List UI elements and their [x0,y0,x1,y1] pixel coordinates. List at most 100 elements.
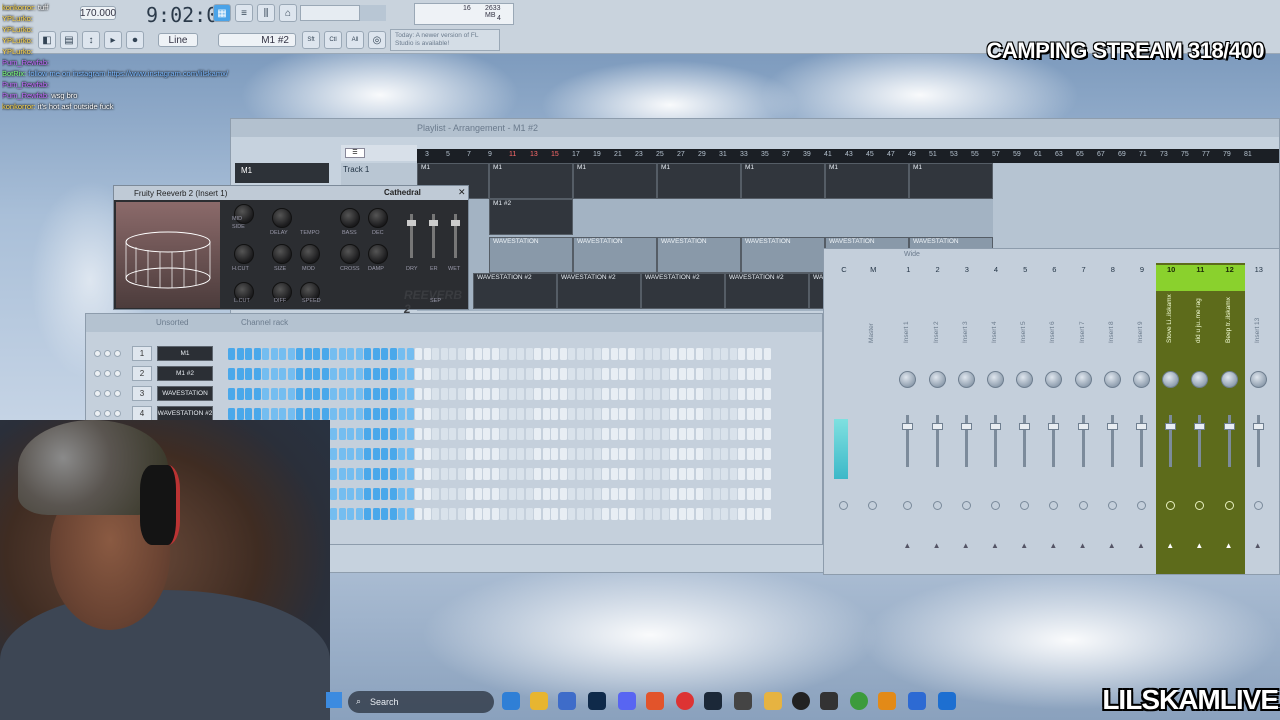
step-button[interactable] [517,508,524,520]
step-button[interactable] [330,508,337,520]
mixer-track[interactable]: Beep tr..ilskamx ▲ [1216,279,1243,569]
step-button[interactable] [542,348,550,360]
fader-cap[interactable] [1223,423,1235,430]
step-button[interactable] [695,508,703,520]
step-button[interactable] [534,408,541,420]
step-button[interactable] [347,428,354,440]
step-button[interactable] [619,388,626,400]
channel-rack-titlebar[interactable]: Unsorted Channel rack [86,314,822,332]
step-button[interactable] [755,368,762,380]
route-arrow-icon[interactable]: ▲ [1020,541,1028,550]
step-button[interactable] [236,408,244,420]
step-button[interactable] [704,388,711,400]
step-button[interactable] [270,348,278,360]
step-button[interactable] [534,448,541,460]
route-arrow-icon[interactable]: ▲ [962,541,970,550]
step-button[interactable] [500,388,507,400]
step-button[interactable] [644,468,652,480]
step-button[interactable] [704,408,711,420]
step-button[interactable] [525,388,533,400]
channel-led[interactable] [114,370,121,377]
pan-knob[interactable] [1249,371,1267,388]
step-button[interactable] [542,408,550,420]
step-button[interactable] [653,468,660,480]
step-button[interactable] [398,468,405,480]
step-button[interactable] [602,388,609,400]
step-button[interactable] [627,488,635,500]
step-button[interactable] [270,388,278,400]
playlist-titlebar[interactable]: Playlist - Arrangement - M1 #2 [231,119,1279,137]
step-button[interactable] [270,408,278,420]
mixer-track[interactable]: Insert 4 ▲ [982,279,1009,569]
step-button[interactable] [755,408,762,420]
step-button[interactable] [491,488,499,500]
playlist-clip[interactable]: WAVESTATION #2 [473,273,557,309]
step-button[interactable] [262,368,269,380]
step-button[interactable] [602,428,609,440]
step-button[interactable] [372,508,380,520]
step-button[interactable] [338,388,346,400]
mixer-send-icon[interactable] [839,501,848,510]
step-button[interactable] [568,388,575,400]
mixer-track[interactable]: did u ju..me rag ▲ [1186,279,1213,569]
step-button[interactable] [500,348,507,360]
step-button[interactable] [627,348,635,360]
mixer-track[interactable]: Insert 8 ▲ [1099,279,1126,569]
route-arrow-icon[interactable]: ▲ [1108,541,1116,550]
step-button[interactable] [517,388,524,400]
step-button[interactable] [449,488,456,500]
route-arrow-icon[interactable]: ▲ [991,541,999,550]
step-button[interactable] [517,368,524,380]
step-button[interactable] [644,428,652,440]
step-button[interactable] [491,508,499,520]
step-button[interactable] [661,368,669,380]
step-button[interactable] [474,508,482,520]
step-button[interactable] [525,468,533,480]
pan-knob[interactable] [1045,371,1063,388]
step-button[interactable] [644,348,652,360]
step-button[interactable] [585,448,592,460]
step-button[interactable] [746,368,754,380]
step-button[interactable] [415,468,422,480]
step-button[interactable] [398,448,405,460]
step-button[interactable] [372,468,380,480]
current-pattern[interactable]: M1 [235,163,329,183]
step-button[interactable] [389,468,397,480]
step-button[interactable] [712,388,720,400]
step-button[interactable] [508,408,516,420]
step-button[interactable] [381,428,388,440]
playlist-clip[interactable]: WAVESTATION #2 [725,273,809,309]
fader-cap[interactable] [931,423,943,430]
step-button[interactable] [398,488,405,500]
step-button[interactable] [381,488,388,500]
step-button[interactable] [755,468,762,480]
step-button[interactable] [364,428,371,440]
step-button[interactable] [644,368,652,380]
step-button[interactable] [296,408,303,420]
step-button[interactable] [355,408,363,420]
reverb-slider-cap[interactable] [407,220,416,226]
step-button[interactable] [627,388,635,400]
step-button[interactable] [687,348,694,360]
step-button[interactable] [423,368,431,380]
step-button[interactable] [763,448,771,460]
step-button[interactable] [678,348,686,360]
step-button[interactable] [653,368,660,380]
step-button[interactable] [670,488,677,500]
reverb-knob[interactable] [368,208,388,228]
step-button[interactable] [738,428,745,440]
step-button[interactable] [406,448,414,460]
step-button[interactable] [712,368,720,380]
step-button[interactable] [738,388,745,400]
mixer-send-icon[interactable] [1137,501,1146,510]
step-button[interactable] [389,408,397,420]
step-button[interactable] [559,368,567,380]
step-button[interactable] [330,488,337,500]
step-button[interactable] [619,468,626,480]
reverb-preset[interactable]: Cathedral [384,188,421,197]
step-button[interactable] [474,408,482,420]
brave-icon[interactable] [646,692,664,710]
app-icon[interactable] [734,692,752,710]
mixer-send-icon[interactable] [1166,501,1176,510]
step-button[interactable] [755,508,762,520]
